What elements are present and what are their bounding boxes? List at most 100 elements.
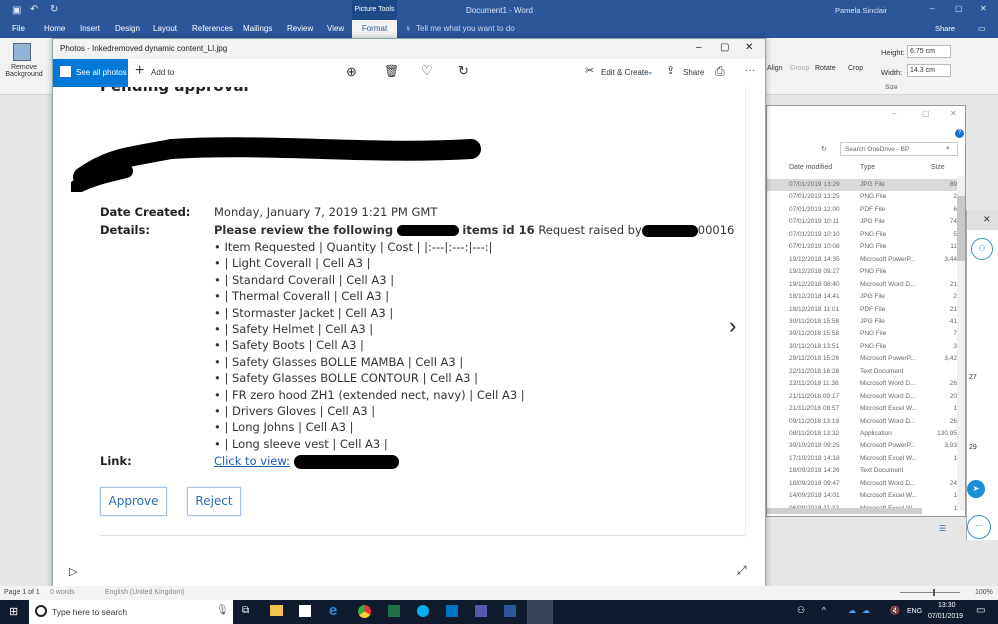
photos-taskbar-icon[interactable] — [527, 600, 553, 624]
edit-create-button[interactable]: Edit & Create — [601, 68, 649, 77]
column-size[interactable]: Size — [931, 164, 945, 171]
page-count[interactable]: Page 1 of 1 — [4, 589, 40, 596]
file-row[interactable]: 07/01/2019 10:08 PNG File 11 — [767, 241, 957, 253]
file-row[interactable]: 30/11/2018 13:51 PNG File 3 — [767, 341, 957, 353]
minimize-icon[interactable]: – — [930, 4, 934, 13]
rotate-icon[interactable]: ↻ — [458, 63, 469, 79]
file-row[interactable]: 18/12/2018 14:41 JPG File 2 — [767, 291, 957, 303]
width-input[interactable]: 14.3 cm — [907, 64, 951, 77]
reject-button[interactable]: Reject — [187, 487, 241, 516]
word-count[interactable]: 0 words — [50, 589, 75, 596]
file-row[interactable]: 22/11/2018 11:36 Microsoft Word D... 26 — [767, 378, 957, 390]
file-row[interactable]: 07/01/2019 12:00 PDF File 6 — [767, 204, 957, 216]
refresh-icon[interactable]: ↻ — [821, 145, 827, 153]
save-icon[interactable]: ▣ — [12, 5, 21, 16]
action-center-icon[interactable]: ▭ — [976, 605, 985, 616]
outlook-icon[interactable] — [446, 605, 458, 617]
column-date-modified[interactable]: Date modified — [789, 164, 832, 171]
onedrive-icon[interactable]: ☁ — [848, 606, 856, 615]
clock-time[interactable]: 13:30 — [938, 602, 956, 609]
add-people-icon[interactable]: ⚇ — [971, 238, 993, 260]
minimize-icon[interactable]: – — [892, 109, 896, 118]
onedrive-icon[interactable]: ☁ — [862, 606, 870, 615]
approve-button[interactable]: Approve — [100, 487, 167, 516]
file-row[interactable]: 30/11/2018 15:58 JPG File 41 — [767, 316, 957, 328]
store-icon[interactable] — [299, 605, 311, 617]
share-button[interactable]: Share — [683, 68, 704, 77]
expand-icon[interactable]: ⤢ — [737, 563, 747, 578]
language[interactable]: English (United Kingdom) — [105, 589, 184, 596]
remove-background-button[interactable]: Remove Background — [2, 64, 46, 78]
search-input[interactable]: Search OneDrive - BP — [840, 142, 958, 156]
clock-date[interactable]: 07/01/2019 — [928, 613, 963, 620]
file-row[interactable]: 29/11/2018 15:26 Microsoft PowerP... 3,42 — [767, 353, 957, 365]
horizontal-scrollbar[interactable] — [767, 508, 922, 514]
tab-design[interactable]: Design — [115, 24, 140, 33]
language-indicator[interactable]: ENG — [907, 608, 922, 615]
details-view-icon[interactable]: ☰ — [939, 524, 946, 533]
file-row[interactable]: 19/12/2018 09:27 PNG File — [767, 266, 957, 278]
file-row[interactable]: 14/09/2018 14:01 Microsoft Excel W... 1 — [767, 490, 957, 502]
close-icon[interactable]: ✕ — [967, 210, 998, 230]
column-type[interactable]: Type — [860, 164, 875, 171]
delete-icon[interactable]: 🗑 — [384, 64, 399, 78]
chevron-down-icon[interactable]: ⌄ — [647, 67, 654, 76]
file-row[interactable]: 22/11/2018 16:28 Text Document — [767, 366, 957, 378]
maximize-icon[interactable]: ▢ — [922, 109, 930, 118]
favorite-icon[interactable]: ♡ — [421, 63, 433, 79]
people-icon[interactable]: ⚇ — [797, 605, 805, 616]
windows-start-icon[interactable]: ⊞ — [9, 605, 18, 618]
file-row[interactable]: 18/09/2018 14:26 Text Document — [767, 465, 957, 477]
more-icon[interactable]: ··· — [745, 65, 755, 76]
crop-button[interactable]: Crop — [848, 65, 863, 72]
file-explorer-icon[interactable] — [270, 605, 283, 616]
next-chevron-icon[interactable]: › — [729, 313, 736, 339]
file-row[interactable]: 18/09/2018 09:47 Microsoft Word D... 24 — [767, 478, 957, 490]
rotate-button[interactable]: Rotate — [815, 65, 836, 72]
maximize-icon[interactable]: ▢ — [720, 42, 729, 53]
maximize-icon[interactable]: ▢ — [955, 4, 963, 13]
file-row[interactable]: 19/12/2018 08:40 Microsoft Word D... 21 — [767, 279, 957, 291]
teams-icon[interactable] — [475, 605, 487, 617]
play-icon[interactable]: ▷ — [69, 565, 77, 578]
comments-icon[interactable]: ▭ — [978, 24, 986, 33]
file-row[interactable]: 19/12/2018 14:35 Microsoft PowerP... 3,44 — [767, 254, 957, 266]
tell-me-search[interactable]: Tell me what you want to do — [416, 24, 515, 33]
align-button[interactable]: Align — [767, 65, 783, 72]
file-row[interactable]: 07/01/2019 13:29 JPG File 89 — [767, 179, 957, 191]
file-row[interactable]: 21/11/2018 08:57 Microsoft Excel W... 1 — [767, 403, 957, 415]
see-all-photos-button[interactable]: See all photos — [53, 59, 128, 87]
file-row[interactable]: 21/11/2018 09:17 Microsoft Word D... 20 — [767, 391, 957, 403]
chrome-icon[interactable] — [358, 605, 371, 618]
tab-review[interactable]: Review — [287, 24, 313, 33]
skype-icon[interactable] — [417, 605, 429, 617]
print-icon[interactable]: ⎙ — [715, 64, 725, 79]
zoom-slider[interactable] — [900, 589, 960, 596]
add-to-button[interactable]: Add to — [151, 68, 174, 77]
taskbar-search[interactable]: Type here to search 🎙 — [29, 600, 233, 624]
zoom-level[interactable]: 100% — [975, 589, 993, 596]
file-row[interactable]: 30/10/2018 09:25 Microsoft PowerP... 3,93 — [767, 440, 957, 452]
share-button[interactable]: Share — [935, 24, 955, 33]
close-icon[interactable]: ✕ — [980, 4, 987, 13]
microphone-icon[interactable]: 🎙 — [216, 605, 229, 616]
close-icon[interactable]: ✕ — [745, 42, 753, 53]
edge-icon[interactable]: e — [329, 602, 337, 619]
redo-icon[interactable]: ↻ — [50, 4, 58, 15]
volume-muted-icon[interactable]: 🔇 — [890, 606, 900, 615]
help-icon[interactable]: ? — [955, 129, 964, 138]
add-icon[interactable]: + — [135, 62, 144, 80]
word-icon[interactable] — [504, 605, 516, 617]
tab-file[interactable]: File — [12, 24, 25, 33]
task-view-icon[interactable]: ⧉ — [242, 605, 249, 616]
file-row[interactable]: 18/12/2018 11:01 PDF File 21 — [767, 304, 957, 316]
show-hidden-icons[interactable]: ^ — [822, 606, 826, 615]
zoom-in-icon[interactable]: ⊕ — [346, 64, 357, 80]
tab-mailings[interactable]: Mailings — [243, 24, 272, 33]
tab-insert[interactable]: Insert — [80, 24, 100, 33]
excel-icon[interactable] — [388, 605, 400, 617]
file-row[interactable]: 07/01/2019 10:10 PNG File 5 — [767, 229, 957, 241]
close-icon[interactable]: ✕ — [950, 109, 957, 118]
file-row[interactable]: 09/11/2018 13:19 Microsoft Word D... 26 — [767, 416, 957, 428]
vertical-scrollbar[interactable] — [957, 176, 965, 511]
